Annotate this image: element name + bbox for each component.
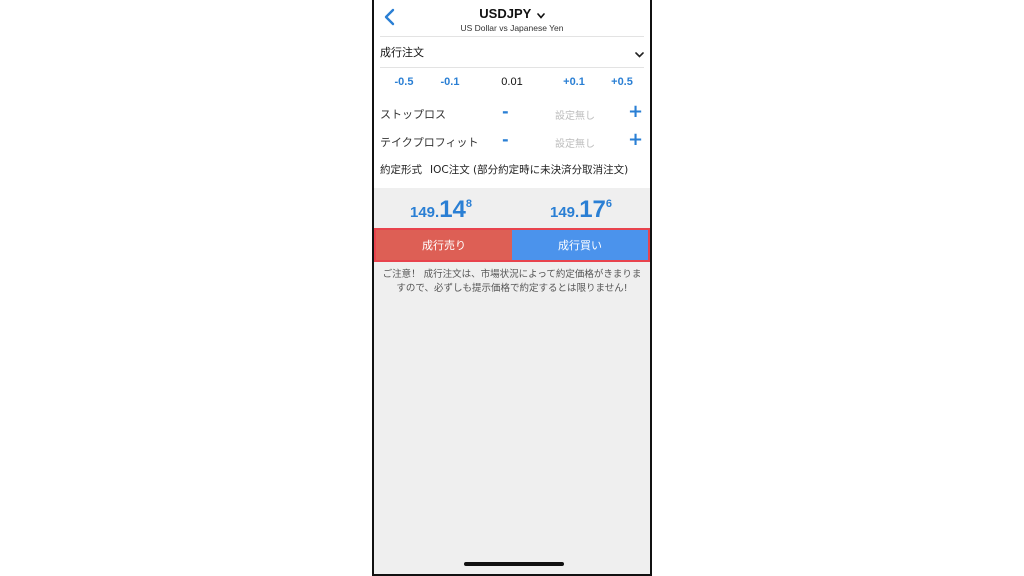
- fill-policy-row: 約定形式 IOC注文 (部分約定時に未決済分取消注文): [380, 162, 646, 182]
- stop-loss-value[interactable]: 設定無し: [546, 107, 604, 122]
- symbol-title: USDJPY: [479, 6, 532, 21]
- volume-minus-0-5-button[interactable]: -0.5: [386, 76, 422, 88]
- sell-price-fraction: 8: [465, 198, 473, 210]
- symbol-selector[interactable]: USDJPY: [374, 6, 650, 22]
- volume-value[interactable]: 0.01: [492, 76, 532, 88]
- order-type-label: 成行注文: [380, 46, 424, 59]
- fill-policy-label: 約定形式: [380, 164, 422, 176]
- take-profit-plus-button[interactable]: +: [628, 129, 643, 150]
- market-buy-button[interactable]: 成行買い: [512, 230, 648, 260]
- stop-loss-plus-button[interactable]: +: [628, 101, 643, 122]
- phone-screen: USDJPY US Dollar vs Japanese Yen 成行注文 -0…: [372, 0, 652, 576]
- volume-stepper: -0.5 -0.1 0.01 +0.1 +0.5: [374, 70, 650, 98]
- stop-loss-row: ストップロス - 設定無し +: [374, 101, 650, 126]
- divider: [380, 67, 644, 68]
- market-sell-button[interactable]: 成行売り: [376, 230, 512, 260]
- volume-plus-0-5-button[interactable]: +0.5: [604, 76, 640, 88]
- price-quotes: 149.148 149.176: [374, 196, 650, 226]
- home-indicator[interactable]: [464, 562, 564, 566]
- order-type-select[interactable]: 成行注文: [380, 38, 644, 66]
- symbol-subtitle: US Dollar vs Japanese Yen: [460, 23, 564, 33]
- stop-loss-minus-button[interactable]: -: [502, 102, 509, 121]
- sell-price-prefix: 149.: [410, 204, 440, 221]
- market-order-notice: ご注意！ 成行注文は、市場状況によって約定価格がきまりますので、必ずしも提示価格…: [382, 269, 642, 294]
- take-profit-minus-button[interactable]: -: [502, 130, 509, 149]
- order-buttons: 成行売り 成行買い: [374, 228, 650, 262]
- chevron-down-icon: [536, 7, 545, 22]
- divider: [380, 36, 644, 37]
- volume-minus-0-1-button[interactable]: -0.1: [432, 76, 468, 88]
- buy-price: 149.176: [550, 196, 612, 224]
- take-profit-value[interactable]: 設定無し: [546, 135, 604, 150]
- buy-price-prefix: 149.: [550, 204, 580, 221]
- sell-price-pips: 14: [439, 196, 466, 223]
- header: USDJPY US Dollar vs Japanese Yen: [374, 0, 650, 36]
- chevron-down-icon: [635, 43, 644, 62]
- fill-policy-value: IOC注文 (部分約定時に未決済分取消注文): [430, 164, 629, 176]
- stop-loss-label: ストップロス: [380, 108, 446, 121]
- volume-plus-0-1-button[interactable]: +0.1: [556, 76, 592, 88]
- take-profit-label: テイクプロフィット: [380, 136, 479, 149]
- buy-price-pips: 17: [579, 196, 606, 223]
- buy-price-fraction: 6: [605, 198, 613, 210]
- sell-price: 149.148: [410, 196, 472, 224]
- take-profit-row: テイクプロフィット - 設定無し +: [374, 129, 650, 154]
